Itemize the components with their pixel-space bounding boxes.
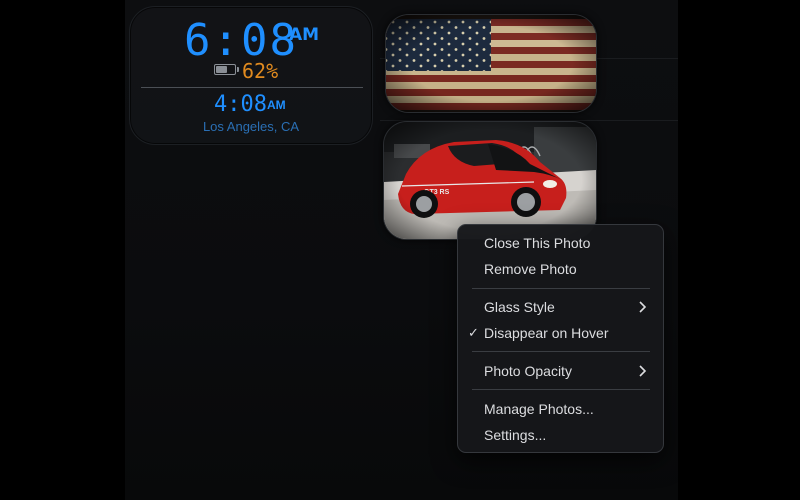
chevron-right-icon bbox=[639, 301, 647, 313]
menu-item-label: Settings... bbox=[484, 427, 547, 443]
battery-icon bbox=[214, 64, 239, 75]
checkmark-icon: ✓ bbox=[468, 325, 479, 340]
battery-percentage: 62% bbox=[242, 59, 279, 83]
menu-item-label: Disappear on Hover bbox=[484, 325, 609, 341]
menu-item-label: Photo Opacity bbox=[484, 363, 572, 379]
menu-item-close-photo[interactable]: Close This Photo bbox=[463, 231, 658, 255]
menu-item-label: Manage Photos... bbox=[484, 401, 594, 417]
menu-item-label: Close This Photo bbox=[484, 235, 591, 251]
screen: 6:08 AM 62% 4:08 AM Los Angeles, CA Clos… bbox=[0, 0, 800, 500]
menu-item-remove-photo[interactable]: Remove Photo bbox=[463, 257, 658, 281]
chevron-right-icon bbox=[639, 365, 647, 377]
photo-widget-flag[interactable] bbox=[385, 14, 597, 113]
menu-item-label: Remove Photo bbox=[484, 261, 577, 277]
american-flag-photo bbox=[386, 15, 596, 112]
clock-widget[interactable]: 6:08 AM 62% 4:08 AM Los Angeles, CA bbox=[129, 6, 373, 145]
photo-context-menu: Close This Photo Remove Photo Glass Styl… bbox=[457, 224, 664, 453]
photo-widget-car[interactable]: GT3 RS bbox=[383, 121, 597, 240]
second-city-label: Los Angeles, CA bbox=[202, 119, 300, 134]
menu-separator bbox=[472, 288, 650, 289]
menu-item-disappear-on-hover[interactable]: ✓ Disappear on Hover bbox=[463, 321, 658, 345]
menu-item-photo-opacity[interactable]: Photo Opacity bbox=[463, 359, 658, 383]
local-time: 6:08 bbox=[184, 15, 298, 66]
second-time: 4:08 bbox=[214, 92, 267, 117]
menu-item-manage-photos[interactable]: Manage Photos... bbox=[463, 397, 658, 421]
menu-separator bbox=[472, 389, 650, 390]
menu-item-settings[interactable]: Settings... bbox=[463, 423, 658, 447]
local-ampm: AM bbox=[289, 25, 320, 45]
second-ampm: AM bbox=[267, 98, 286, 112]
clock-divider bbox=[141, 87, 363, 88]
menu-separator bbox=[472, 351, 650, 352]
menu-item-glass-style[interactable]: Glass Style bbox=[463, 295, 658, 319]
menu-item-label: Glass Style bbox=[484, 299, 555, 315]
sports-car-photo: GT3 RS bbox=[384, 122, 596, 239]
